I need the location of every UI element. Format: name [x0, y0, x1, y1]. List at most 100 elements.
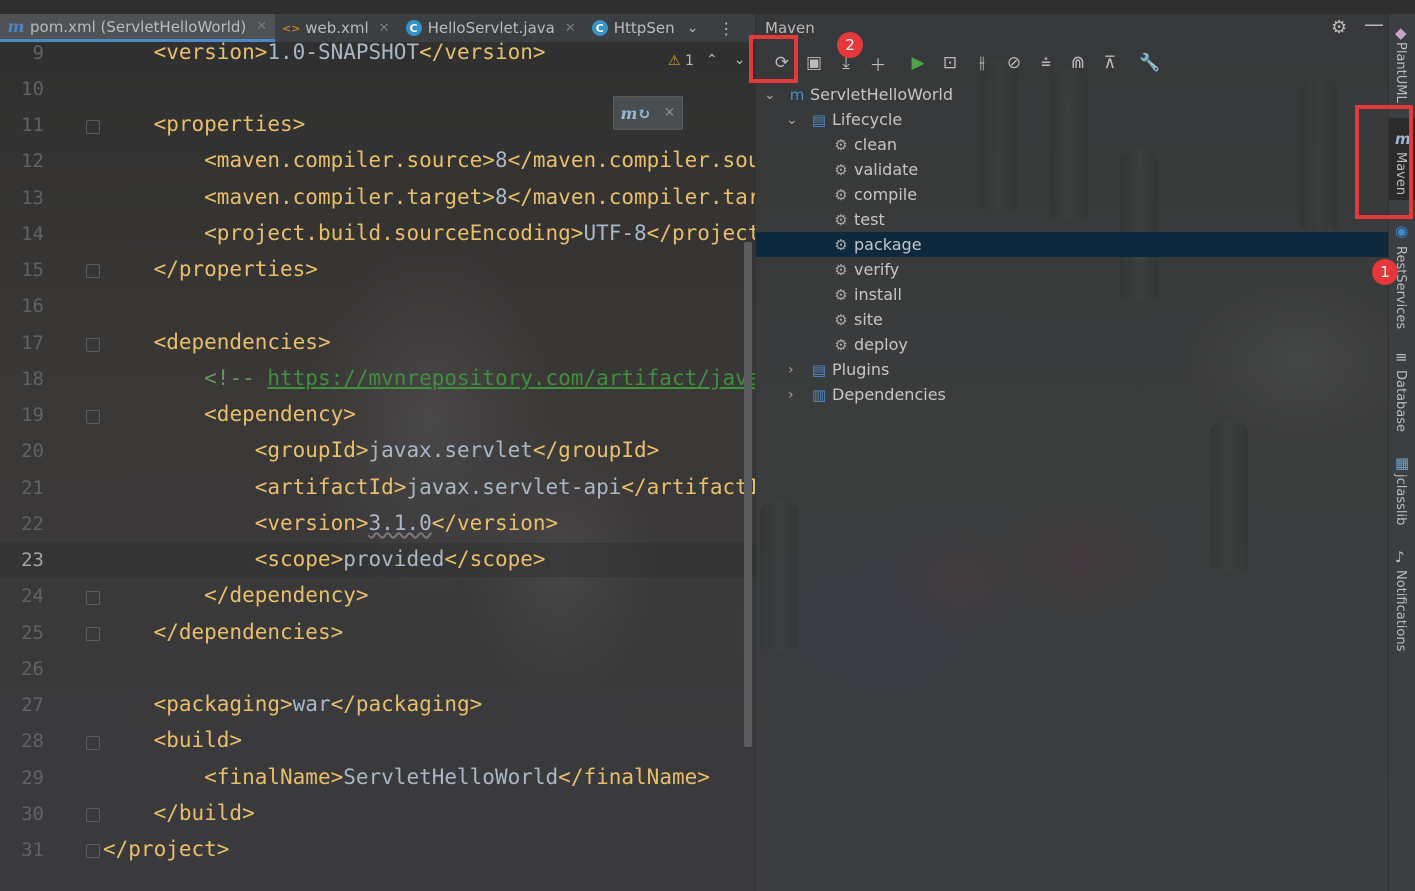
fold-marker[interactable] [86, 844, 100, 858]
code-line: <artifactId>javax.servlet-api</artifactI… [254, 475, 755, 499]
tree-item-goal[interactable]: ⚙ site [756, 307, 1389, 332]
gear-icon: ⚙ [834, 210, 848, 229]
tree-item-project[interactable]: ⌄ m ServletHelloWorld [756, 82, 1389, 107]
code-editor[interactable]: 9 10 11 12 13 14 15 16 17 18 19 20 21 22… [0, 42, 755, 891]
maven-project-icon: m [789, 85, 805, 104]
chevron-right-icon[interactable]: › [788, 362, 794, 378]
gear-icon: ⚙ [834, 335, 848, 354]
gear-icon[interactable]: ⚙ [1331, 17, 1347, 38]
code-line: <build> [153, 728, 243, 752]
line-number: 24 [21, 585, 44, 607]
tool-jclasslib[interactable]: jclasslib [1393, 474, 1408, 525]
java-class-icon: C [591, 20, 608, 36]
close-icon[interactable]: ✕ [664, 105, 676, 121]
tab-pom-xml[interactable]: m pom.xml (ServletHelloWorld) ✕ [0, 14, 276, 42]
warning-counter[interactable]: ⚠ 1 [668, 53, 694, 69]
code-line: </dependencies> [153, 620, 344, 644]
database-icon: ≡ [1395, 348, 1408, 366]
tree-label: test [854, 210, 885, 229]
tree-item-dependencies[interactable]: › ▥ Dependencies [756, 382, 1389, 407]
minimize-icon[interactable]: — [1364, 12, 1384, 36]
code-line: </properties> [153, 257, 318, 281]
fold-marker[interactable] [86, 338, 100, 352]
expand-all-icon[interactable]: ⊼ [1094, 50, 1126, 76]
prev-next-highlight[interactable]: ⌃⌄ [706, 52, 755, 68]
tab-label: HelloServlet.java [427, 19, 555, 37]
vertical-scrollbar[interactable] [744, 242, 752, 747]
line-number: 31 [21, 839, 44, 861]
tab-helloservlet-java[interactable]: C HelloServlet.java ✕ [398, 14, 584, 42]
tree-item-goal[interactable]: ⚙ compile [756, 182, 1389, 207]
fold-marker[interactable] [86, 591, 100, 605]
tool-restservices[interactable]: RestServices [1393, 246, 1408, 329]
tree-item-plugins[interactable]: › ▤ Plugins [756, 357, 1389, 382]
load-maven-changes-popup[interactable]: m↻ ✕ [613, 96, 683, 130]
chevron-down-icon[interactable]: ⌄ [687, 20, 699, 36]
tree-label: ServletHelloWorld [810, 85, 954, 104]
code-line: <project.build.sourceEncoding>UTF-8</pro… [204, 221, 755, 245]
editor-tab-bar: m pom.xml (ServletHelloWorld) ✕ <> web.x… [0, 14, 755, 43]
tree-label: validate [854, 160, 919, 179]
bell-icon: ♪ [1395, 548, 1405, 566]
tool-database[interactable]: Database [1393, 370, 1408, 432]
code-line: </build> [153, 801, 255, 825]
line-number: 27 [21, 694, 44, 716]
tree-label: clean [854, 135, 898, 154]
close-icon[interactable]: ✕ [565, 21, 576, 36]
chevron-right-icon[interactable]: › [788, 387, 794, 403]
tree-item-goal[interactable]: ⚙ validate [756, 157, 1389, 182]
code-line: <!-- https://mvnrepository.com/artifact/… [204, 366, 755, 390]
add-project-icon[interactable]: ＋ [862, 50, 894, 76]
fold-marker[interactable] [86, 410, 100, 424]
tab-httpservlet[interactable]: C HttpSen [584, 14, 683, 42]
gear-icon: ⚙ [834, 185, 848, 204]
code-line: <properties> [153, 112, 306, 136]
line-number: 20 [21, 440, 44, 462]
fold-marker[interactable] [86, 264, 100, 278]
more-options-icon[interactable]: ⋮ [718, 19, 734, 38]
show-dependencies-icon[interactable]: ⋒ [1062, 50, 1094, 76]
tab-web-xml[interactable]: <> web.xml ✕ [275, 14, 397, 42]
tree-item-goal[interactable]: ⚙ test [756, 207, 1389, 232]
tree-item-goal[interactable]: ⚙ clean [756, 132, 1389, 157]
maven-reload-icon[interactable]: m↻ [620, 104, 650, 123]
fold-marker[interactable] [86, 736, 100, 750]
line-number: 18 [21, 368, 44, 390]
line-number: 9 [32, 42, 44, 64]
fold-marker[interactable] [86, 120, 100, 134]
tree-item-goal-selected[interactable]: ⚙ package [756, 232, 1389, 257]
chevron-down-icon[interactable]: ⌄ [764, 87, 776, 103]
toggle-offline-mode-icon[interactable]: ⫲ [966, 50, 998, 76]
code-line: <scope>provided</scope> [254, 547, 546, 571]
chevron-down-icon[interactable]: ⌄ [786, 112, 798, 128]
close-icon[interactable]: ✕ [379, 21, 390, 36]
plugins-folder-icon: ▤ [811, 360, 827, 379]
tool-notifications[interactable]: Notifications [1393, 570, 1408, 651]
tree-item-goal[interactable]: ⚙ deploy [756, 332, 1389, 357]
step-badge-1: 1 [1372, 259, 1398, 285]
line-number: 12 [21, 150, 44, 172]
dependencies-folder-icon: ▥ [811, 385, 827, 404]
tree-item-lifecycle[interactable]: ⌄ ▤ Lifecycle [756, 107, 1389, 132]
warning-icon: ⚠ [668, 53, 681, 69]
fold-marker[interactable] [86, 627, 100, 641]
line-number: 13 [21, 187, 44, 209]
tree-item-goal[interactable]: ⚙ install [756, 282, 1389, 307]
line-gutter: 9 10 11 12 13 14 15 16 17 18 19 20 21 22… [0, 42, 100, 891]
collapse-all-icon[interactable]: ⩮ [1030, 50, 1062, 76]
tool-plantuml[interactable]: PlantUML [1393, 42, 1408, 103]
maven-tool-window: Maven ⚙ — ⟳ ▣ ⤓ ＋ ▶ ⊡ ⫲ ⊘ ⩮ ⋒ ⊼ 🔧 ⌄ m Se… [755, 12, 1389, 891]
fold-marker[interactable] [86, 808, 100, 822]
tree-item-goal[interactable]: ⚙ verify [756, 257, 1389, 282]
run-maven-build-icon[interactable]: ▶ [902, 50, 934, 76]
plantuml-icon: ◆ [1395, 24, 1407, 42]
wrench-settings-icon[interactable]: 🔧 [1134, 50, 1166, 76]
execute-maven-goal-icon[interactable]: ⊡ [934, 50, 966, 76]
generate-sources-icon[interactable]: ▣ [798, 50, 830, 76]
maven-icon: m [7, 17, 25, 36]
tab-label: pom.xml (ServletHelloWorld) [30, 17, 247, 36]
tree-label: Dependencies [832, 385, 946, 404]
skip-tests-icon[interactable]: ⊘ [998, 50, 1030, 76]
close-icon[interactable]: ✕ [256, 19, 267, 34]
gear-icon: ⚙ [834, 285, 848, 304]
